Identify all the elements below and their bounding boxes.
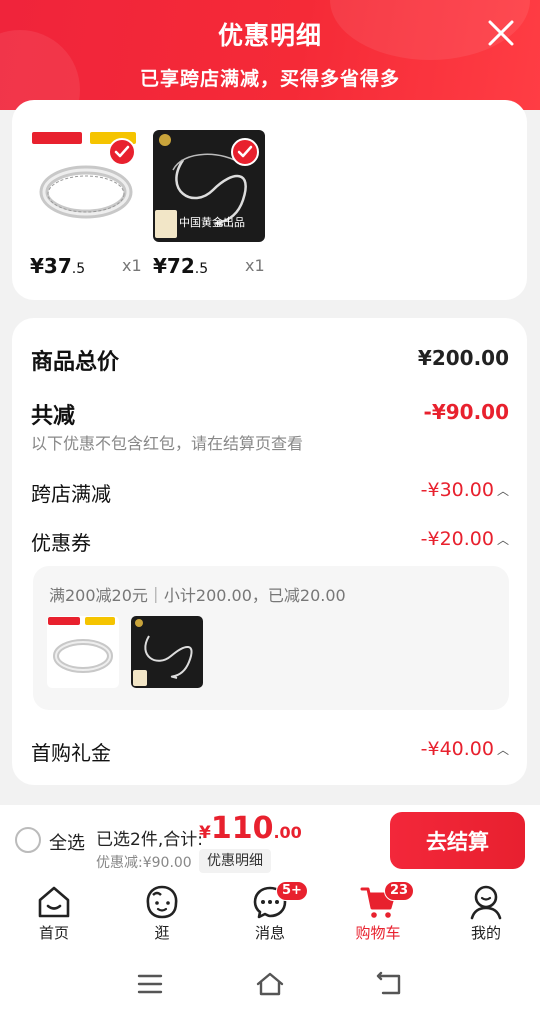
- tab-messages[interactable]: 5+ 消息: [230, 881, 310, 945]
- discount-detail-button[interactable]: 优惠明细: [199, 849, 271, 873]
- product-price: ¥37.5: [30, 254, 86, 278]
- total-reduce-label: 共减: [31, 404, 76, 429]
- coupon-product-thumb-bracelet: [47, 616, 119, 688]
- page-subtitle: 已享跨店满减，买得多省得多: [139, 68, 400, 90]
- cross-store-label: 跨店满减: [31, 482, 111, 506]
- discount-summary-card: 商品总价 ¥200.00 共减 -¥90.00 以下优惠不包含红包，请在结算页查…: [12, 318, 527, 785]
- total-amount: ¥110.00: [199, 811, 302, 846]
- total-reduce-value: -¥90.00: [423, 400, 509, 424]
- tab-label: 我的: [470, 924, 501, 942]
- product-image-bracelet[interactable]: [30, 130, 142, 242]
- tab-browse[interactable]: 逛: [122, 883, 202, 945]
- close-icon[interactable]: [486, 18, 516, 48]
- checkout-bar: 全选 已选2件,合计: ¥110.00 优惠减:¥90.00 优惠明细 去结算: [0, 805, 540, 877]
- page-title: 优惠明细: [217, 21, 322, 50]
- first-buy-row[interactable]: -¥40.00 ︿: [421, 738, 509, 760]
- product-price: ¥72.5: [153, 254, 209, 278]
- coupon-label: 优惠券: [31, 531, 91, 555]
- chevron-up-icon: ︿: [496, 533, 509, 547]
- total-price-value: ¥200.00: [417, 346, 509, 370]
- tab-label: 逛: [154, 924, 170, 942]
- product-brand-text: 中国黄金出品: [179, 216, 245, 229]
- select-all-label[interactable]: 全选: [49, 829, 85, 855]
- message-badge: 5+: [276, 881, 308, 901]
- tab-label: 首页: [38, 924, 69, 942]
- coupon-product-thumb-necklace: [131, 616, 203, 688]
- selected-check-icon[interactable]: [108, 138, 136, 166]
- tab-profile[interactable]: 我的: [446, 883, 526, 945]
- tab-label: 购物车: [355, 924, 401, 942]
- selected-check-icon[interactable]: [231, 138, 259, 166]
- cross-store-row[interactable]: -¥30.00 ︿: [421, 479, 509, 501]
- tab-home[interactable]: 首页: [14, 883, 94, 945]
- browse-icon: [146, 885, 178, 919]
- discount-text: 优惠减:¥90.00: [96, 855, 192, 871]
- reduce-note: 以下优惠不包含红包，请在结算页查看: [31, 434, 304, 453]
- coupon-detail-box: 满200减20元｜小计200.00，已减20.00: [33, 566, 509, 710]
- home-nav-icon[interactable]: [255, 969, 285, 999]
- total-price-label: 商品总价: [31, 350, 120, 375]
- first-buy-label: 首购礼金: [31, 741, 111, 765]
- cart-badge: 23: [384, 881, 415, 901]
- products-card: 中国黄金出品 ¥37.5 x1 ¥72.5 x1: [12, 100, 527, 300]
- system-navigation-bar: [0, 949, 540, 1016]
- coupon-row[interactable]: -¥20.00 ︿: [421, 528, 509, 550]
- product-quantity: x1: [122, 256, 142, 275]
- settle-button[interactable]: 去结算: [390, 812, 525, 869]
- menu-icon[interactable]: [135, 969, 165, 999]
- product-image-necklace[interactable]: 中国黄金出品: [153, 130, 265, 242]
- tab-label: 消息: [254, 924, 285, 942]
- chevron-down-icon: ︿: [496, 484, 509, 498]
- home-icon: [38, 886, 70, 918]
- tab-cart[interactable]: 23 购物车: [338, 881, 418, 945]
- profile-icon: [470, 885, 502, 920]
- select-all-radio[interactable]: [15, 827, 41, 853]
- coupon-info: 满200减20元｜小计200.00，已减20.00: [49, 586, 346, 605]
- selected-count-text: 已选2件,合计:: [96, 830, 203, 850]
- chevron-down-icon: ︿: [496, 743, 509, 757]
- back-icon[interactable]: [375, 969, 405, 999]
- bottom-tab-bar: 首页 逛 5+ 消息 23 购物车 我的: [0, 877, 540, 949]
- header: 优惠明细 已享跨店满减，买得多省得多: [0, 0, 540, 110]
- product-quantity: x1: [245, 256, 265, 275]
